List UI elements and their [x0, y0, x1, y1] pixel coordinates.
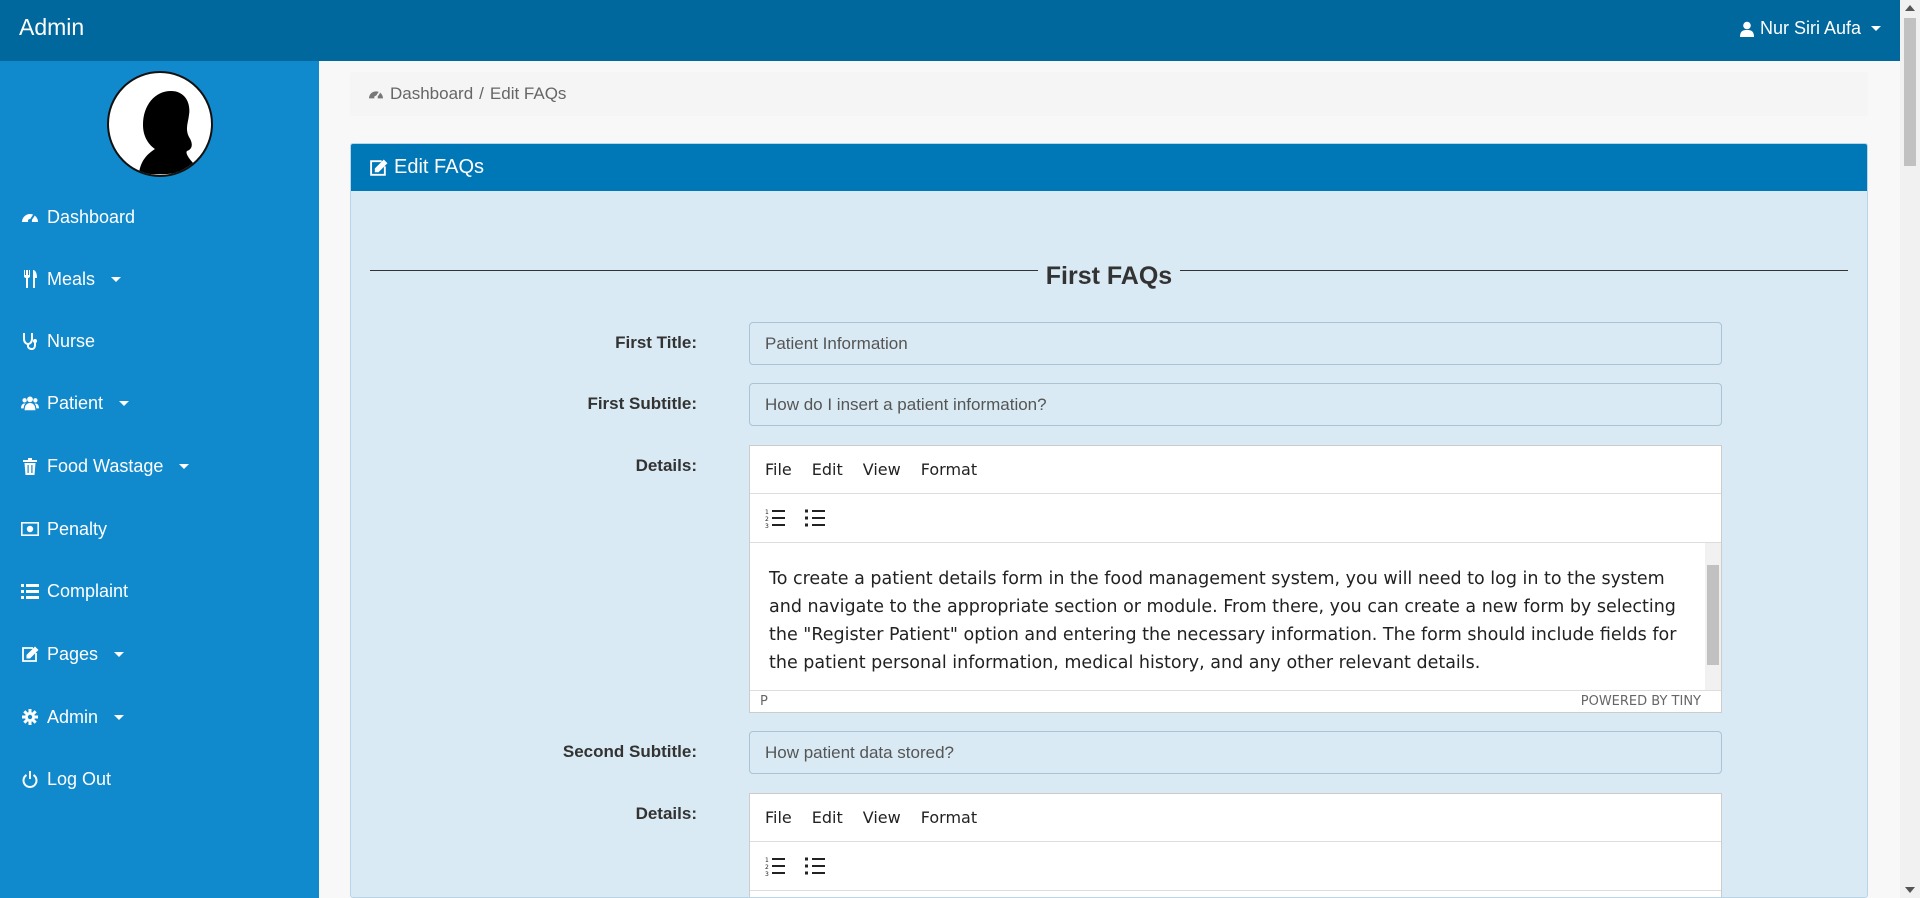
menu-edit[interactable]: Edit	[812, 808, 843, 827]
numbered-list-icon[interactable]: 123	[765, 856, 785, 876]
gear-icon	[21, 708, 39, 726]
menu-edit[interactable]: Edit	[812, 460, 843, 479]
avatar	[107, 71, 213, 177]
second-subtitle-input[interactable]: How patient data stored?	[749, 731, 1722, 774]
first-title-input[interactable]: Patient Information	[749, 322, 1722, 365]
editor-scrollbar[interactable]	[1705, 543, 1721, 690]
chevron-down-icon	[111, 276, 122, 282]
second-subtitle-label: Second Subtitle:	[562, 742, 697, 761]
sidebar-item-meals[interactable]: Meals	[21, 267, 122, 291]
top-navbar: Admin Nur Siri Aufa	[0, 0, 1900, 61]
editor-toolbar: 123	[750, 842, 1721, 891]
edit-faqs-panel: Edit FAQs First FAQs First Title: Patien…	[350, 143, 1868, 898]
sidebar-item-label: Dashboard	[47, 206, 136, 227]
section-title: First FAQs	[351, 262, 1867, 291]
first-title-label: First Title:	[615, 333, 697, 352]
bullet-list-icon[interactable]	[805, 508, 825, 528]
editor-menubar: File Edit View Format	[750, 446, 1721, 494]
scroll-up-icon[interactable]	[1905, 5, 1915, 11]
edit-icon	[370, 159, 388, 176]
sidebar-item-penalty[interactable]: Penalty	[21, 517, 107, 541]
sidebar-item-label: Meals	[47, 268, 96, 289]
svg-text:1: 1	[765, 857, 769, 864]
menu-file[interactable]: File	[765, 808, 792, 827]
menu-format[interactable]: Format	[921, 460, 977, 479]
sidebar-item-label: Penalty	[47, 518, 108, 539]
menu-view[interactable]: View	[863, 460, 901, 479]
editor-menubar: File Edit View Format	[750, 794, 1721, 842]
user-menu[interactable]: Nur Siri Aufa	[1739, 18, 1881, 39]
money-icon	[21, 520, 39, 538]
sidebar: Dashboard Meals Nurse Patient Food Wasta…	[0, 61, 319, 898]
stethoscope-icon	[21, 332, 39, 350]
sidebar-item-nurse[interactable]: Nurse	[21, 329, 95, 353]
utensils-icon	[21, 270, 39, 288]
first-subtitle-label: First Subtitle:	[587, 394, 697, 413]
numbered-list-icon[interactable]: 123	[765, 508, 785, 528]
page-scrollbar-thumb[interactable]	[1904, 18, 1916, 166]
editor-content[interactable]: To create a patient details form in the …	[750, 543, 1721, 690]
sidebar-item-food-wastage[interactable]: Food Wastage	[21, 454, 190, 478]
svg-text:2: 2	[765, 864, 769, 871]
page-scrollbar[interactable]	[1900, 0, 1920, 898]
users-icon	[21, 394, 39, 412]
sidebar-item-label: Pages	[47, 643, 99, 664]
sidebar-item-label: Nurse	[47, 330, 96, 351]
panel-title: Edit FAQs	[394, 156, 485, 178]
panel-header: Edit FAQs	[351, 144, 1867, 191]
sidebar-item-pages[interactable]: Pages	[21, 642, 125, 666]
breadcrumb-separator: /	[479, 84, 484, 103]
editor-statusbar: P POWERED BY TINY	[750, 690, 1721, 712]
sidebar-item-complaint[interactable]: Complaint	[21, 579, 128, 603]
sidebar-item-label: Patient	[47, 392, 104, 413]
dashboard-icon	[369, 91, 383, 100]
sidebar-item-dashboard[interactable]: Dashboard	[21, 205, 135, 229]
sidebar-item-log-out[interactable]: Log Out	[21, 767, 111, 791]
chevron-down-icon	[114, 651, 125, 657]
details-editor-2[interactable]: File Edit View Format 123	[749, 793, 1722, 897]
sidebar-item-label: Food Wastage	[47, 455, 164, 476]
menu-format[interactable]: Format	[921, 808, 977, 827]
bullet-list-icon[interactable]	[805, 856, 825, 876]
user-name: Nur Siri Aufa	[1759, 18, 1861, 38]
dashboard-icon	[21, 208, 39, 226]
svg-text:2: 2	[765, 516, 769, 523]
first-subtitle-input[interactable]: How do I insert a patient information?	[749, 383, 1722, 426]
menu-view[interactable]: View	[863, 808, 901, 827]
svg-text:3: 3	[765, 871, 769, 876]
details-label: Details:	[635, 456, 697, 475]
sidebar-item-label: Log Out	[47, 768, 112, 789]
power-icon	[21, 770, 39, 788]
editor-path[interactable]: P	[760, 694, 768, 709]
trash-icon	[21, 457, 39, 475]
chevron-down-icon	[119, 400, 130, 406]
svg-text:3: 3	[765, 523, 769, 528]
chevron-down-icon	[114, 714, 125, 720]
user-icon	[1739, 21, 1754, 37]
breadcrumb-home[interactable]: Dashboard	[390, 84, 473, 104]
scroll-down-icon[interactable]	[1905, 887, 1915, 893]
svg-text:1: 1	[765, 509, 769, 516]
chevron-down-icon	[1871, 26, 1881, 31]
editor-scrollbar-thumb[interactable]	[1707, 565, 1719, 665]
details-label-2: Details:	[635, 804, 697, 823]
editor-branding[interactable]: POWERED BY TINY	[1581, 694, 1701, 709]
editor-toolbar: 123	[750, 494, 1721, 543]
editor-paragraph: To create a patient details form in the …	[769, 569, 1677, 673]
list-icon	[21, 582, 39, 600]
sidebar-item-patient[interactable]: Patient	[21, 391, 130, 415]
breadcrumb: Dashboard / Edit FAQs	[350, 72, 1868, 116]
menu-file[interactable]: File	[765, 460, 792, 479]
details-editor[interactable]: File Edit View Format 123 To create a pa…	[749, 445, 1722, 713]
sidebar-item-label: Admin	[47, 706, 99, 727]
sidebar-item-admin[interactable]: Admin	[21, 705, 125, 729]
edit-icon	[21, 645, 39, 663]
chevron-down-icon	[179, 463, 190, 469]
brand-title[interactable]: Admin	[19, 14, 84, 41]
sidebar-item-label: Complaint	[47, 580, 129, 601]
breadcrumb-current: Edit FAQs	[489, 84, 567, 103]
